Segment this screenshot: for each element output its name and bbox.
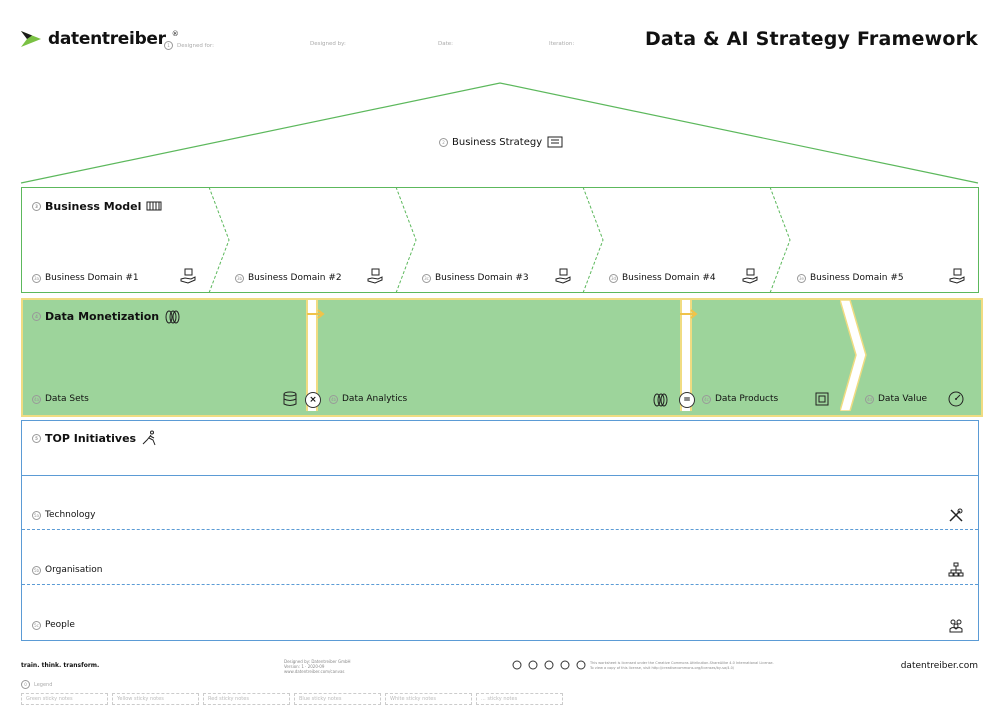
website-link[interactable]: datentreiber.com (901, 661, 978, 671)
top-initiatives-panel[interactable] (21, 420, 979, 476)
coins-icon (653, 393, 668, 407)
cc-icon (512, 660, 522, 670)
license-icons (512, 660, 586, 670)
strategy-roof (20, 82, 979, 184)
equals-operator: = (679, 392, 695, 408)
flow-arrow-icon (680, 309, 698, 319)
speedometer-icon (948, 391, 964, 407)
coins-icon (165, 310, 180, 324)
row-divider (22, 529, 978, 530)
data-value-label[interactable]: 4d Data Value (865, 394, 927, 404)
data-analytics-label[interactable]: 4b Data Analytics (329, 394, 407, 404)
strategy-board-icon (547, 136, 563, 148)
sticky-other: ... sticky notes (476, 693, 563, 705)
business-domain-3[interactable]: 3c Business Domain #3 (422, 273, 529, 283)
org-chart-icon (948, 562, 964, 577)
hand-box-icon (742, 268, 758, 284)
data-products-label[interactable]: 4c Data Products (702, 394, 778, 404)
technology-label[interactable]: 5a Technology (32, 510, 95, 520)
sticky-green: Green sticky notes (21, 693, 108, 705)
people-label[interactable]: 5c People (32, 620, 75, 630)
business-domain-2[interactable]: 3b Business Domain #2 (235, 273, 342, 283)
runner-icon (142, 430, 156, 446)
organisation-label[interactable]: 5b Organisation (32, 565, 103, 575)
slogan: train. think. transform. (21, 662, 100, 669)
business-strategy-label[interactable]: 2 Business Strategy (439, 134, 563, 150)
hand-box-icon (180, 268, 196, 284)
hand-box-icon (367, 268, 383, 284)
sa-icon (544, 660, 554, 670)
flow-arrow-icon (307, 309, 325, 319)
sticky-yellow: Yellow sticky notes (112, 693, 199, 705)
share-icon (576, 660, 586, 670)
sticky-white: White sticky notes (385, 693, 472, 705)
business-model-label: 3 Business Model (32, 198, 162, 214)
sticky-red: Red sticky notes (203, 693, 290, 705)
license-text: This worksheet is licensed under the Cre… (590, 661, 774, 670)
multiply-operator: × (305, 392, 321, 408)
data-sets-label[interactable]: 4a Data Sets (32, 394, 89, 404)
credits-block: Designed by: Datentreiber GmbH Version: … (284, 659, 351, 674)
row-divider (22, 584, 978, 585)
product-box-icon (815, 392, 829, 406)
by-icon (528, 660, 538, 670)
database-icon (283, 391, 297, 406)
business-domain-1[interactable]: 3a Business Domain #1 (32, 273, 139, 283)
people-group-icon (949, 619, 963, 633)
legend-label: 0 Legend (21, 680, 52, 689)
sticky-blue: Blue sticky notes (294, 693, 381, 705)
initiative-rows-panel[interactable] (21, 476, 979, 641)
hand-box-icon (555, 268, 571, 284)
business-domain-4[interactable]: 3d Business Domain #4 (609, 273, 716, 283)
data-monetization-label: 4 Data Monetization (32, 308, 180, 324)
tools-icon (949, 508, 963, 522)
nc-icon (560, 660, 570, 670)
business-domain-5[interactable]: 3e Business Domain #5 (797, 273, 904, 283)
top-initiatives-label: 5 TOP Initiatives (32, 430, 157, 446)
canvas-grid-icon (146, 201, 162, 211)
hand-box-icon (949, 268, 965, 284)
